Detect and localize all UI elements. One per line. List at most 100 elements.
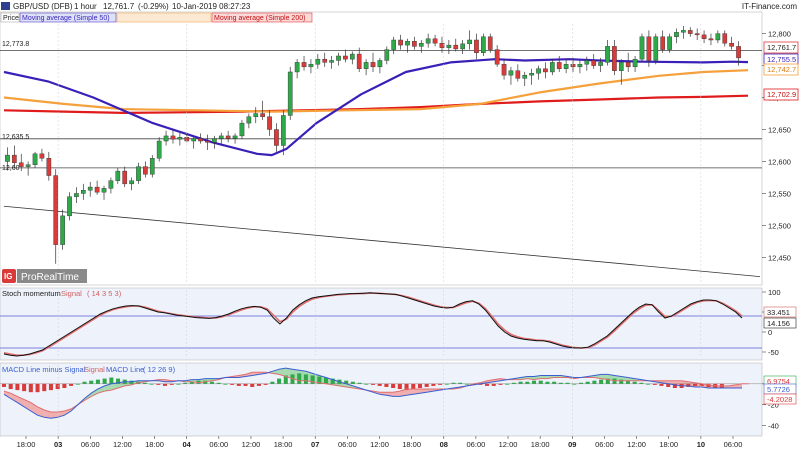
macd-histogram-bar xyxy=(62,383,67,388)
candle-body xyxy=(377,60,383,68)
macd-histogram-bar xyxy=(364,383,369,385)
candle-body xyxy=(474,39,479,53)
macd-histogram-bar xyxy=(169,383,174,385)
macd-histogram-bar xyxy=(552,381,557,384)
macd-signal-label: Signal xyxy=(84,365,105,374)
candle-body xyxy=(439,42,445,48)
candle-body xyxy=(170,135,176,140)
macd-histogram-bar xyxy=(458,382,463,384)
candle-body xyxy=(481,36,486,53)
macd-histogram-bar xyxy=(75,383,80,385)
time-tick-label: 12:00 xyxy=(499,440,518,449)
tag-ma50: 12,755.5 xyxy=(767,55,796,64)
macd-histogram-bar xyxy=(451,382,456,384)
candle-body xyxy=(80,190,86,194)
macd-histogram-bar xyxy=(639,382,644,384)
time-tick-label: 06:00 xyxy=(209,440,228,449)
candle-body xyxy=(67,196,72,217)
candle-body xyxy=(487,36,493,50)
candle xyxy=(149,155,155,178)
macd-histogram-bar xyxy=(632,381,637,384)
stoch-panel xyxy=(0,287,763,361)
macd-histogram-bar xyxy=(28,383,33,393)
candle-body xyxy=(260,113,265,117)
candle-body xyxy=(225,135,231,139)
candle-body xyxy=(356,53,362,69)
candle-body xyxy=(94,186,100,193)
macd-histogram-bar xyxy=(109,377,114,384)
header-brand: IT-Finance.com xyxy=(742,2,797,11)
time-tick-label: 18:00 xyxy=(531,440,550,449)
macd-histogram-bar xyxy=(310,375,315,384)
candle-body xyxy=(639,36,645,60)
macd-histogram-bar xyxy=(256,383,261,386)
hline-label-1: 12,773.8 xyxy=(2,41,29,48)
macd-histogram-bar xyxy=(545,381,550,384)
macd-histogram-bar xyxy=(438,383,443,385)
candle-body xyxy=(336,55,341,61)
candle-body xyxy=(267,116,272,130)
candle-body xyxy=(5,154,10,162)
hline-label-2: 12,635.5 xyxy=(2,134,29,141)
candle-body xyxy=(294,62,300,73)
stoch-tick-label: 100 xyxy=(768,288,781,297)
candle-body xyxy=(605,46,610,63)
time-tick-label: 12:00 xyxy=(242,440,261,449)
candle-body xyxy=(156,140,162,159)
candle-body xyxy=(246,116,252,124)
candle-body xyxy=(322,58,328,63)
candle-body xyxy=(467,39,472,45)
macd-histogram-bar xyxy=(498,383,503,385)
macd-histogram-bar xyxy=(659,383,664,386)
prorealtime-logo: IG ProRealTime xyxy=(2,269,87,283)
candle-body xyxy=(329,60,334,63)
ig-logo-text: IG xyxy=(4,272,12,281)
chart-root: 12,45012,50012,55012,60012,65012,70012,7… xyxy=(0,0,800,450)
candle-body xyxy=(384,49,390,61)
macd-histogram-bar xyxy=(277,378,282,384)
macd-histogram-bar xyxy=(216,382,221,384)
macd-histogram-bar xyxy=(263,383,268,385)
candle-body xyxy=(39,153,45,159)
macd-histogram-bar xyxy=(8,383,13,390)
macd-histogram-bar xyxy=(89,380,94,384)
macd-histogram-bar xyxy=(297,373,302,384)
macd-histogram-bar xyxy=(357,382,362,384)
stoch-params: ( 14 3 5 3) xyxy=(87,289,122,298)
candle-body xyxy=(287,71,293,116)
candle-body xyxy=(432,38,438,44)
macd-histogram-bar xyxy=(578,382,583,384)
candle-body xyxy=(53,175,59,245)
macd-histogram-bar xyxy=(518,381,523,384)
macd-histogram-bar xyxy=(209,381,214,384)
macd-histogram-bar xyxy=(142,382,147,384)
stoch-tick-label: 0 xyxy=(768,328,772,337)
candle-body xyxy=(46,158,52,176)
candle-body xyxy=(239,122,245,137)
candle-body xyxy=(363,62,369,69)
candle xyxy=(156,137,162,162)
candle-body xyxy=(412,41,417,47)
hline-label-3: 12,60 xyxy=(2,165,20,172)
candle-body xyxy=(529,73,534,76)
candle-body xyxy=(349,53,355,60)
time-tick-label: 06:00 xyxy=(724,440,743,449)
macd-histogram-bar xyxy=(15,383,20,391)
candle-body xyxy=(736,46,741,59)
macd-histogram-bar xyxy=(646,383,651,385)
time-tick-label: 04 xyxy=(183,440,192,449)
macd-histogram-bar xyxy=(250,383,255,387)
candle-body xyxy=(115,170,121,181)
candle-body xyxy=(715,33,721,41)
candle-body xyxy=(460,43,466,50)
macd-histogram-bar xyxy=(444,383,449,385)
tag-last: 12,761.7 xyxy=(767,43,796,52)
candle-body xyxy=(687,30,693,34)
time-tick-label: 18:00 xyxy=(402,440,421,449)
header-datetime: 10-Jan-2019 08:27:23 xyxy=(172,2,251,11)
time-tick-label: 12:00 xyxy=(113,440,132,449)
candle-body xyxy=(129,180,134,185)
price-tick-label: 12,500 xyxy=(768,221,791,230)
macd-histogram-bar xyxy=(485,383,490,386)
time-tick-label: 08 xyxy=(440,440,448,449)
